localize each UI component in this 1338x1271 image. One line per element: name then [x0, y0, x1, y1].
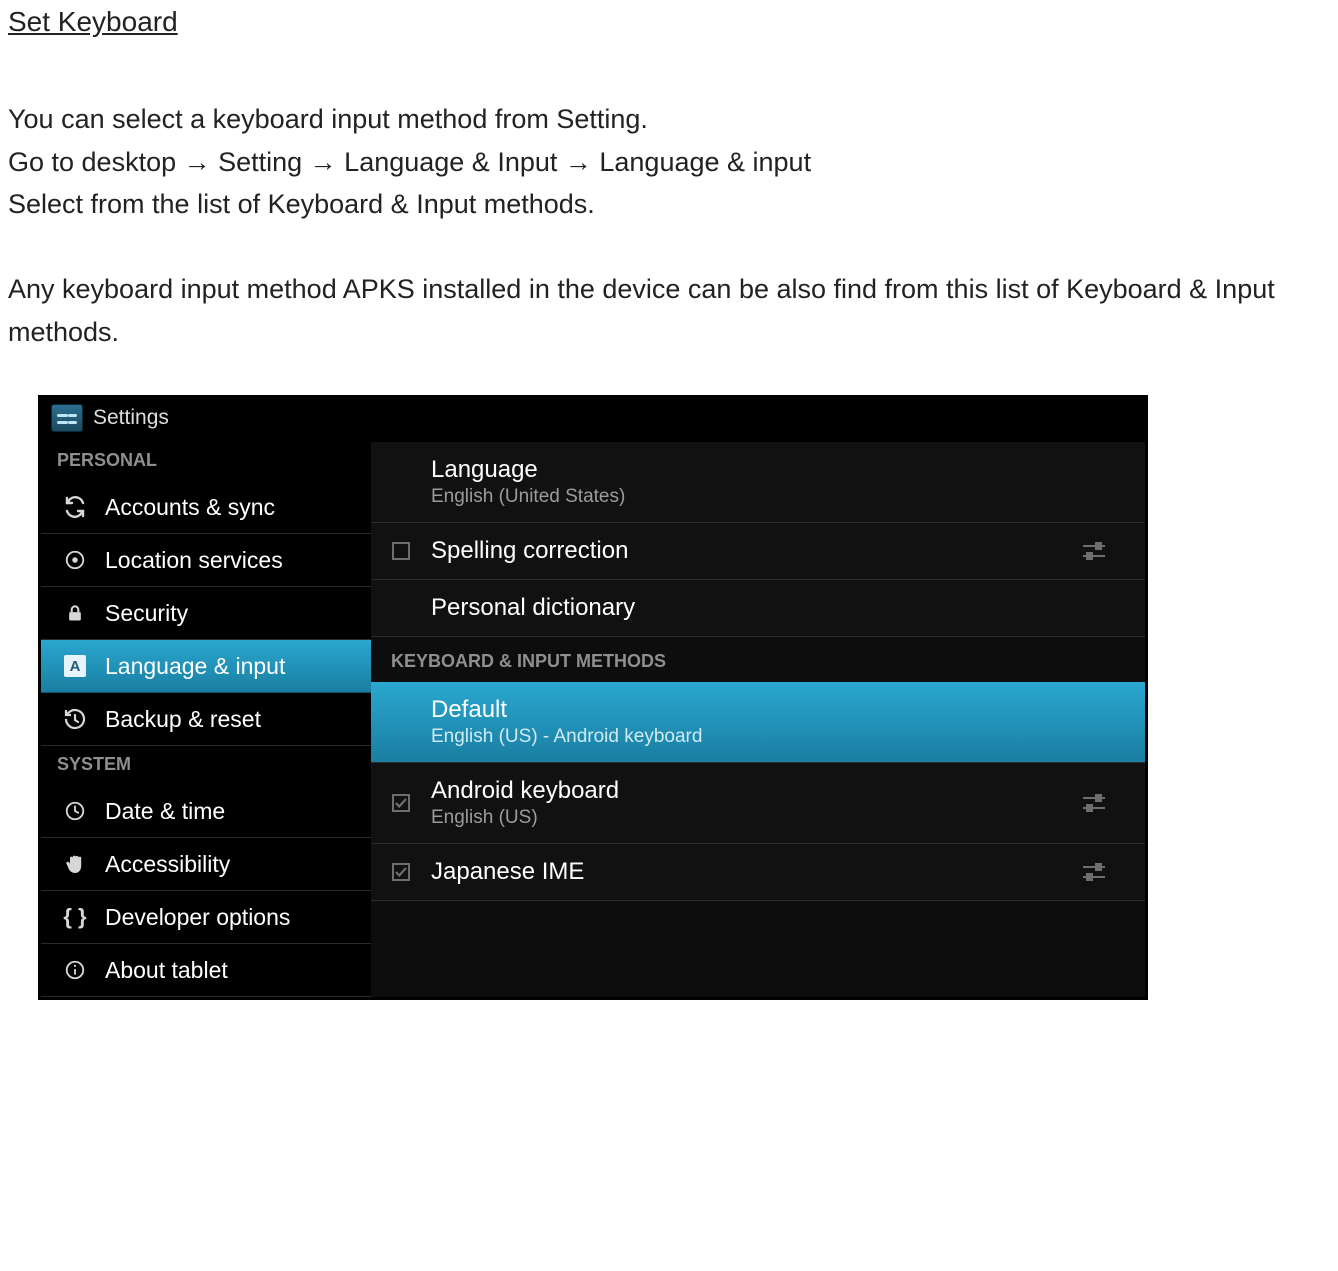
sidebar-item-label: Accounts & sync	[105, 494, 275, 521]
doc-heading: Set Keyboard	[8, 6, 1330, 38]
sidebar-group-personal: PERSONAL	[41, 442, 371, 481]
sidebar-item-label: Accessibility	[105, 851, 230, 878]
row-language[interactable]: Language English (United States)	[371, 442, 1145, 523]
sidebar-item-label: Backup & reset	[105, 706, 261, 733]
row-title: Personal dictionary	[431, 594, 1125, 622]
settings-detail-pane: Language English (United States) Spellin…	[371, 442, 1145, 997]
doc-line-part: Language & Input	[337, 147, 565, 177]
sidebar-item-backup[interactable]: Backup & reset	[41, 693, 371, 746]
sidebar-item-label: Location services	[105, 547, 283, 574]
settings-title: Settings	[93, 406, 169, 430]
doc-line: You can select a keyboard input method f…	[8, 104, 648, 134]
row-title: Spelling correction	[431, 537, 1081, 565]
sidebar-item-label: Date & time	[105, 798, 225, 825]
sidebar-item-label: Developer options	[105, 904, 290, 931]
sliders-icon[interactable]	[1081, 540, 1125, 562]
settings-app-icon	[51, 404, 83, 432]
doc-line: Any keyboard input method APKS installed…	[8, 274, 1282, 347]
sidebar-item-label: Security	[105, 600, 188, 627]
row-japanese-ime[interactable]: Japanese IME	[371, 844, 1145, 901]
sidebar-item-accounts[interactable]: Accounts & sync	[41, 481, 371, 534]
location-icon	[61, 546, 89, 574]
row-title: Default	[431, 696, 1125, 724]
row-subtitle: English (US)	[431, 807, 1081, 829]
info-icon	[61, 956, 89, 984]
doc-line-part: Language & input	[592, 147, 811, 177]
braces-icon: { }	[61, 903, 89, 931]
row-default-keyboard[interactable]: Default English (US) - Android keyboard	[371, 682, 1145, 763]
doc-line-part: Go to desktop	[8, 147, 184, 177]
checkbox-checked-icon[interactable]	[391, 862, 431, 882]
sliders-icon[interactable]	[1081, 792, 1125, 814]
sidebar-item-location[interactable]: Location services	[41, 534, 371, 587]
sliders-icon[interactable]	[1081, 861, 1125, 883]
doc-paragraph-2: Any keyboard input method APKS installed…	[8, 268, 1330, 353]
checkbox-checked-icon[interactable]	[391, 793, 431, 813]
settings-screenshot: Settings PERSONAL Accounts & sync Locati…	[38, 395, 1148, 1000]
row-title: Japanese IME	[431, 858, 1081, 886]
sidebar-item-security[interactable]: Security	[41, 587, 371, 640]
sidebar-item-language[interactable]: A Language & input	[41, 640, 371, 693]
hand-icon	[61, 850, 89, 878]
sidebar-group-system: SYSTEM	[41, 746, 371, 785]
clock-icon	[61, 797, 89, 825]
checkbox-unchecked-icon[interactable]	[391, 541, 431, 561]
sidebar-item-label: About tablet	[105, 957, 228, 984]
restore-icon	[61, 705, 89, 733]
row-android-keyboard[interactable]: Android keyboard English (US)	[371, 763, 1145, 844]
row-subtitle: English (United States)	[431, 486, 1125, 508]
arrow-icon: →	[565, 147, 592, 177]
doc-paragraph-1: You can select a keyboard input method f…	[8, 98, 1330, 226]
sidebar-item-datetime[interactable]: Date & time	[41, 785, 371, 838]
settings-sidebar: PERSONAL Accounts & sync Location servic…	[41, 442, 371, 997]
row-subtitle: English (US) - Android keyboard	[431, 726, 1125, 748]
doc-line-part: Setting	[211, 147, 310, 177]
lock-icon	[61, 599, 89, 627]
sidebar-item-about[interactable]: About tablet	[41, 944, 371, 997]
row-title: Android keyboard	[431, 777, 1081, 805]
section-keyboard-methods: KEYBOARD & INPUT METHODS	[371, 637, 1145, 682]
row-title: Language	[431, 456, 1125, 484]
arrow-icon: →	[184, 147, 211, 177]
row-spelling[interactable]: Spelling correction	[371, 523, 1145, 580]
arrow-icon: →	[310, 147, 337, 177]
sidebar-item-label: Language & input	[105, 653, 285, 680]
settings-header: Settings	[41, 398, 1145, 442]
keyboard-a-icon: A	[61, 652, 89, 680]
sync-icon	[61, 493, 89, 521]
sidebar-item-developer[interactable]: { } Developer options	[41, 891, 371, 944]
doc-line: Select from the list of Keyboard & Input…	[8, 189, 595, 219]
row-personal-dictionary[interactable]: Personal dictionary	[371, 580, 1145, 637]
sidebar-item-accessibility[interactable]: Accessibility	[41, 838, 371, 891]
